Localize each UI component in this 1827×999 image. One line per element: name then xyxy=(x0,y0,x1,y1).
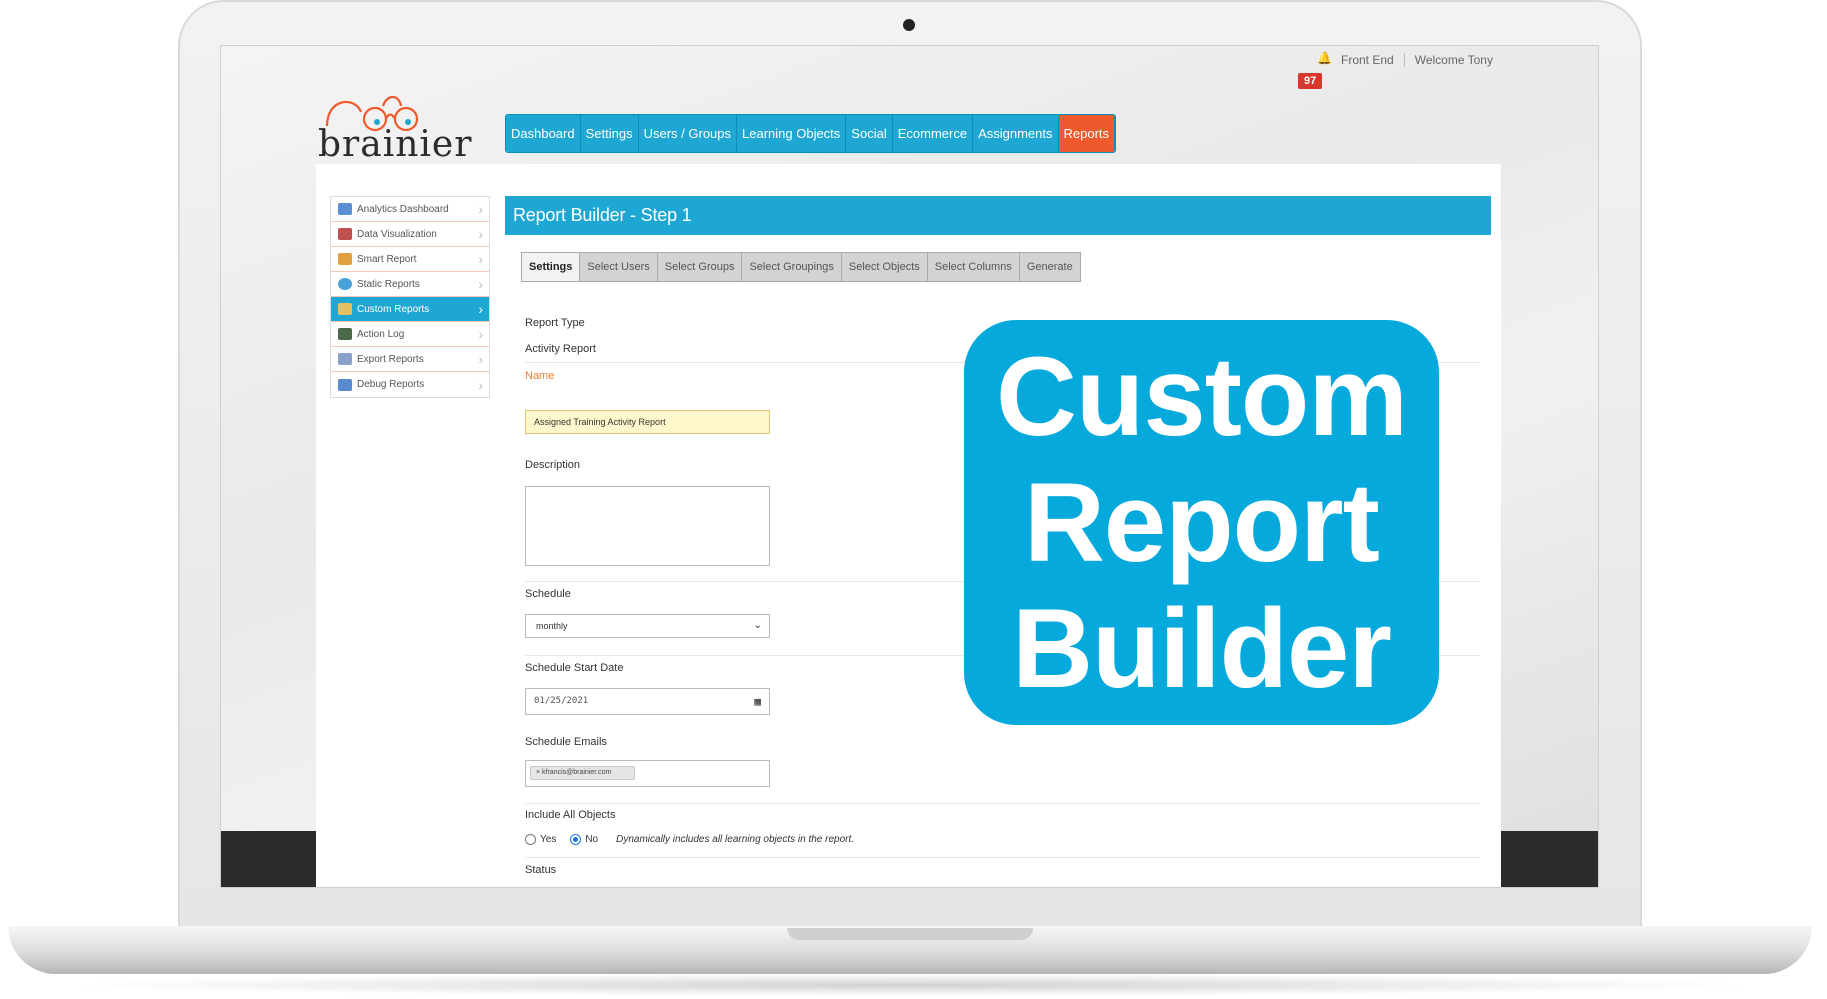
description-field[interactable] xyxy=(525,486,770,566)
report-type-value: Activity Report xyxy=(525,343,596,355)
tab-select-groups[interactable]: Select Groups xyxy=(657,253,743,281)
radio-yes[interactable] xyxy=(525,834,536,845)
sidebar-item-label: Smart Report xyxy=(357,253,417,265)
divider xyxy=(1403,53,1405,67)
chevron-right-icon: › xyxy=(478,201,483,217)
logo-text[interactable]: brainier xyxy=(318,124,472,165)
callout-line-2: Report xyxy=(1024,459,1380,585)
laptop-shadow xyxy=(60,974,1760,996)
include-all-radios: Yes No Dynamically includes all learning… xyxy=(525,834,854,845)
laptop-mockup: 🔔 97 Front End Welcome Tony brainier Das… xyxy=(0,0,1827,999)
main-nav: Dashboard Settings Users / Groups Learni… xyxy=(505,114,1117,153)
name-label: Name xyxy=(525,370,555,382)
nav-social[interactable]: Social xyxy=(846,115,893,152)
notification-badge[interactable]: 97 xyxy=(1298,73,1323,89)
schedule-value: monthly xyxy=(536,621,568,631)
tab-select-columns[interactable]: Select Columns xyxy=(927,253,1020,281)
welcome-text[interactable]: Welcome Tony xyxy=(1415,53,1493,67)
tab-select-users[interactable]: Select Users xyxy=(580,253,658,281)
sidebar-item-smart-report[interactable]: Smart Report › xyxy=(331,247,489,272)
custom-report-icon xyxy=(338,303,352,315)
sidebar-item-debug-reports[interactable]: Debug Reports › xyxy=(331,372,489,397)
step-tabs: Settings Select Users Select Groups Sele… xyxy=(521,252,1081,282)
description-label: Description xyxy=(525,459,581,471)
chevron-right-icon: › xyxy=(478,301,483,317)
sidebar-item-label: Static Reports xyxy=(357,278,420,290)
schedule-select[interactable]: monthly ⌄ xyxy=(525,614,770,638)
analytics-icon xyxy=(338,203,352,215)
front-end-link[interactable]: Front End xyxy=(1341,53,1394,67)
schedule-label: Schedule xyxy=(525,588,571,600)
sidebar-item-label: Action Log xyxy=(357,328,405,340)
nav-dashboard[interactable]: Dashboard xyxy=(506,115,581,152)
sidebar-item-label: Data Visualization xyxy=(357,228,437,240)
page-title: Report Builder - Step 1 xyxy=(505,196,1491,235)
smart-report-icon xyxy=(338,253,352,265)
chevron-right-icon: › xyxy=(478,351,483,367)
sidebar-item-static-reports[interactable]: Static Reports › xyxy=(331,272,489,297)
report-type-label: Report Type xyxy=(525,317,585,329)
chevron-right-icon: › xyxy=(478,326,483,342)
start-date-field[interactable]: 01/25/2021 ▦ xyxy=(525,688,770,715)
nav-users-groups[interactable]: Users / Groups xyxy=(638,115,738,152)
emails-field[interactable]: × kfrancis@brainier.com xyxy=(525,760,770,787)
sidebar-item-action-log[interactable]: Action Log › xyxy=(331,322,489,347)
start-date-value: 01/25/2021 xyxy=(534,696,589,706)
tab-select-objects[interactable]: Select Objects xyxy=(841,253,928,281)
tab-settings[interactable]: Settings xyxy=(522,253,581,281)
debug-icon xyxy=(338,378,352,391)
divider xyxy=(525,857,1480,858)
nav-ecommerce[interactable]: Ecommerce xyxy=(892,115,974,152)
bell-icon[interactable]: 🔔 xyxy=(1317,51,1332,65)
start-date-label: Schedule Start Date xyxy=(525,662,624,674)
sidebar-item-custom-reports[interactable]: Custom Reports › xyxy=(331,297,489,322)
sidebar-item-analytics-dashboard[interactable]: Analytics Dashboard › xyxy=(331,197,489,222)
sidebar-item-label: Custom Reports xyxy=(357,303,430,315)
radio-no[interactable] xyxy=(570,834,582,845)
sidebar-item-data-visualization[interactable]: Data Visualization › xyxy=(331,222,489,247)
sidebar-item-label: Export Reports xyxy=(357,353,424,365)
custom-report-builder-callout: Custom Report Builder xyxy=(964,320,1439,725)
webcam xyxy=(903,19,915,31)
status-label: Status xyxy=(525,864,557,876)
sidebar-item-label: Analytics Dashboard xyxy=(357,203,449,215)
laptop-notch xyxy=(787,928,1033,940)
email-chip[interactable]: × kfrancis@brainier.com xyxy=(530,766,635,780)
globe-icon xyxy=(338,278,352,290)
tab-generate[interactable]: Generate xyxy=(1019,253,1080,281)
tab-select-groupings[interactable]: Select Groupings xyxy=(742,253,842,281)
nav-assignments[interactable]: Assignments xyxy=(973,115,1059,152)
user-links: Front End Welcome Tony xyxy=(1341,53,1493,67)
name-field[interactable]: Assigned Training Activity Report xyxy=(525,410,770,434)
sidebar-item-export-reports[interactable]: Export Reports › xyxy=(331,347,489,372)
bar-chart-icon xyxy=(338,228,352,240)
radio-no-label: No xyxy=(585,834,599,845)
radio-yes-label: Yes xyxy=(540,834,557,845)
reports-sidebar: Analytics Dashboard › Data Visualization… xyxy=(330,196,490,398)
callout-line-1: Custom xyxy=(996,333,1408,459)
nav-settings[interactable]: Settings xyxy=(580,115,639,152)
emails-label: Schedule Emails xyxy=(525,736,607,748)
include-all-label: Include All Objects xyxy=(525,809,616,821)
nav-reports[interactable]: Reports xyxy=(1058,115,1116,152)
chevron-right-icon: › xyxy=(478,276,483,292)
calendar-icon[interactable]: ▦ xyxy=(754,689,761,714)
callout-line-3: Builder xyxy=(1012,585,1392,711)
log-icon xyxy=(338,328,352,340)
include-hint: Dynamically includes all learning object… xyxy=(616,834,855,845)
export-icon xyxy=(338,353,352,365)
chevron-right-icon: › xyxy=(478,226,483,242)
sidebar-item-label: Debug Reports xyxy=(357,379,425,390)
chevron-down-icon: ⌄ xyxy=(753,620,762,631)
chevron-right-icon: › xyxy=(478,376,483,393)
nav-learning-objects[interactable]: Learning Objects xyxy=(737,115,847,152)
divider xyxy=(525,803,1480,804)
chevron-right-icon: › xyxy=(478,251,483,267)
